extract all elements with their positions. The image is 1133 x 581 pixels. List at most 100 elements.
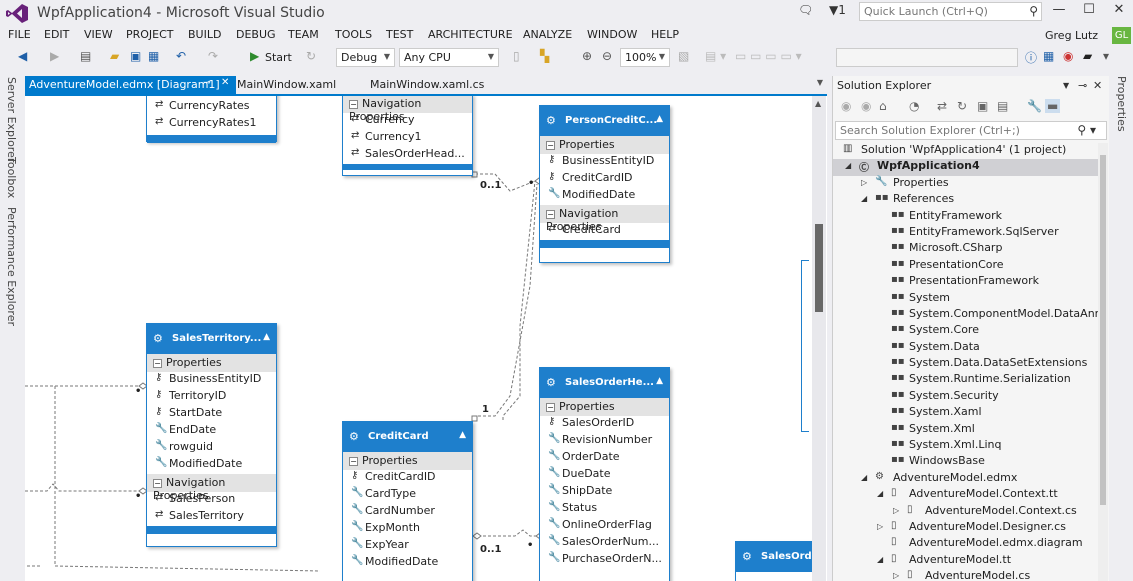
property-row[interactable]: ⚷ CreditCardID bbox=[343, 470, 472, 487]
tree-item[interactable]: ▪▪ System.Xaml bbox=[833, 405, 1098, 421]
property-row[interactable]: 🔧 PurchaseOrderN... bbox=[540, 552, 669, 569]
scroll-up-icon[interactable]: ▲ bbox=[815, 99, 821, 108]
solution-platform-select[interactable]: Any CPU ▼ bbox=[399, 48, 499, 67]
property-row[interactable]: 🔧 ExpYear bbox=[343, 538, 472, 555]
property-row[interactable]: ⇄ CurrencyRates bbox=[147, 99, 276, 116]
tree-item[interactable]: ◢ ▯ AdventureModel.tt bbox=[833, 553, 1098, 569]
server-explorer-icon[interactable]: ◉ bbox=[1063, 49, 1073, 67]
entity-header[interactable]: ⚙ CreditCard ▲ bbox=[343, 422, 472, 452]
property-row[interactable]: ⇄ SalesOrderHead... bbox=[343, 147, 472, 164]
undo-icon[interactable]: ↶ bbox=[176, 49, 186, 67]
tab-mainwindow-xaml[interactable]: MainWindow.xaml bbox=[233, 76, 340, 94]
property-row[interactable]: 🔧 RevisionNumber bbox=[540, 433, 669, 450]
menu-project[interactable]: PROJECT bbox=[126, 28, 174, 41]
tree-item[interactable]: ▷ ▯ AdventureModel.cs bbox=[833, 569, 1098, 581]
menu-help[interactable]: HELP bbox=[651, 28, 679, 41]
property-row[interactable]: 🔧 SalesOrderNum... bbox=[540, 535, 669, 552]
server-explorer-tab[interactable]: Server Explorer bbox=[5, 77, 18, 162]
tree-item[interactable]: ▪▪ System.Data.DataSetExtensions bbox=[833, 356, 1098, 372]
collapse-icon[interactable]: ◢ bbox=[861, 194, 867, 203]
quick-launch-input[interactable]: Quick Launch (Ctrl+Q) ⚲ bbox=[859, 2, 1042, 21]
panel-dropdown-icon[interactable]: ▼ bbox=[1063, 81, 1069, 90]
menu-architecture[interactable]: ARCHITECTURE bbox=[428, 28, 513, 41]
collapse-icon[interactable]: ◢ bbox=[845, 161, 851, 170]
forward-icon[interactable]: ◉ bbox=[861, 99, 871, 113]
tree-item[interactable]: ▪▪ EntityFramework bbox=[833, 209, 1098, 225]
menu-test[interactable]: TEST bbox=[386, 28, 413, 41]
tree-item[interactable]: ▷ ▯ AdventureModel.Designer.cs bbox=[833, 520, 1098, 536]
property-row[interactable]: ⇄ SalesTerritory bbox=[147, 509, 276, 526]
toolbar-overflow-icon[interactable]: ▾ bbox=[1103, 49, 1109, 67]
solution-configuration-select[interactable]: Debug ▼ bbox=[336, 48, 395, 67]
property-row[interactable]: 🔧 rowguid bbox=[147, 440, 276, 457]
maximize-button[interactable]: ☐ bbox=[1078, 2, 1100, 22]
tab-adventure-model-diagram[interactable]: AdventureModel.edmx [Diagram1] ⊸ ✕ bbox=[25, 76, 236, 94]
sync-icon[interactable]: ⇄ bbox=[937, 99, 947, 113]
property-row[interactable]: 🔧 CardType bbox=[343, 487, 472, 504]
collapse-icon[interactable]: ◢ bbox=[877, 489, 883, 498]
layout-diagram-icon[interactable]: ▚ bbox=[540, 49, 549, 67]
tree-item[interactable]: ◢ ⚙ AdventureModel.edmx bbox=[833, 471, 1098, 487]
tree-item[interactable]: ▪▪ Microsoft.CSharp bbox=[833, 241, 1098, 257]
diagram-vertical-scrollbar[interactable]: ▲ bbox=[812, 96, 826, 581]
info-icon[interactable]: ⓘ bbox=[1025, 49, 1037, 67]
navigate-back-icon[interactable]: ◀ bbox=[18, 49, 27, 67]
collapse-icon[interactable]: − bbox=[153, 479, 162, 488]
entity-header[interactable]: ⚙ PersonCreditC... ▲ bbox=[540, 106, 669, 136]
entity-currency-nav-partial[interactable]: − Navigation Properties ⇄ Currency ⇄ Curren… bbox=[342, 96, 473, 176]
property-row[interactable]: 🔧 EndDate bbox=[147, 423, 276, 440]
tree-item[interactable]: ▪▪ System.Runtime.Serialization bbox=[833, 372, 1098, 388]
menu-tools[interactable]: TOOLS bbox=[335, 28, 372, 41]
tree-item[interactable]: ▪▪ PresentationCore bbox=[833, 258, 1098, 274]
collapse-all-icon[interactable]: ▣ bbox=[977, 99, 988, 113]
property-row[interactable]: ⚷ TerritoryID bbox=[147, 389, 276, 406]
navigate-forward-icon[interactable]: ▶ bbox=[50, 49, 59, 67]
tree-item[interactable]: ▪▪ WindowsBase bbox=[833, 454, 1098, 470]
section-navigation-properties[interactable]: − Navigation Properties bbox=[540, 205, 669, 233]
property-row[interactable]: 🔧 CardNumber bbox=[343, 504, 472, 521]
collapse-icon[interactable]: − bbox=[546, 141, 555, 150]
show-all-files-icon[interactable]: ▤ bbox=[997, 99, 1008, 113]
scrollbar-thumb[interactable] bbox=[1100, 155, 1106, 505]
history-icon[interactable]: ◔ bbox=[909, 99, 919, 113]
solution-explorer-scrollbar[interactable] bbox=[1098, 143, 1108, 581]
property-row[interactable]: 🔧 ExpMonth bbox=[343, 521, 472, 538]
minimize-button[interactable]: — bbox=[1048, 2, 1070, 22]
section-properties[interactable]: − Properties bbox=[343, 452, 472, 470]
property-row[interactable]: ⚷ CreditCardID bbox=[540, 171, 669, 188]
property-row[interactable]: 🔧 ModifiedDate bbox=[540, 188, 669, 205]
tree-item[interactable]: ◢ Ⓒ WpfApplication4 bbox=[833, 159, 1098, 176]
command-window-icon[interactable]: ▰ bbox=[1083, 49, 1092, 67]
menu-analyze[interactable]: ANALYZE bbox=[523, 28, 572, 41]
close-panel-icon[interactable]: ✕ bbox=[1093, 79, 1102, 92]
tree-item[interactable]: ▷ ▯ AdventureModel.Context.cs bbox=[833, 504, 1098, 520]
property-row[interactable]: ⇄ CurrencyRates1 bbox=[147, 116, 276, 133]
section-properties[interactable]: − Properties bbox=[540, 136, 669, 154]
tree-item[interactable]: ◢ ▪▪ References bbox=[833, 192, 1098, 208]
zoom-in-icon[interactable]: ⊕ bbox=[582, 49, 592, 67]
entity-person-credit-card[interactable]: ⚙ PersonCreditC... ▲ − Properties ⚷ Busine… bbox=[539, 105, 670, 263]
menu-debug[interactable]: DEBUG bbox=[236, 28, 276, 41]
close-window-button[interactable]: ✕ bbox=[1108, 2, 1130, 22]
expand-icon[interactable]: ▷ bbox=[877, 522, 883, 531]
property-row[interactable]: ⚷ StartDate bbox=[147, 406, 276, 423]
tab-mainwindow-xaml-cs[interactable]: MainWindow.xaml.cs bbox=[366, 76, 488, 94]
user-avatar[interactable]: GL bbox=[1112, 27, 1131, 44]
entity-currency-partial[interactable]: ⇄ CurrencyRates ⇄ CurrencyRates1 bbox=[146, 96, 277, 143]
collapse-icon[interactable]: − bbox=[153, 359, 162, 368]
solution-explorer-search-input[interactable]: Search Solution Explorer (Ctrl+;) ⚲ ▾ bbox=[835, 121, 1107, 140]
entity-header[interactable]: ⚙ SalesTerritory... ▲ bbox=[147, 324, 276, 354]
toolbar-search-box[interactable] bbox=[836, 48, 1018, 67]
properties-tab[interactable]: Properties bbox=[1115, 76, 1128, 132]
properties-icon[interactable]: 🔧 bbox=[1027, 99, 1042, 113]
section-properties[interactable]: − Properties bbox=[147, 354, 276, 372]
collapse-icon[interactable]: ◢ bbox=[861, 473, 867, 482]
collapse-entity-icon[interactable]: ▲ bbox=[263, 332, 270, 342]
align-icon[interactable]: ▤ ▾ bbox=[705, 49, 726, 67]
notification-flag-icon[interactable]: ▼1 bbox=[829, 3, 846, 23]
entity-sales-order-partial[interactable]: ⚙ SalesOrde... bbox=[735, 541, 827, 581]
find-in-files-icon[interactable]: ▯ bbox=[513, 49, 520, 67]
collapse-entity-icon[interactable]: ▲ bbox=[656, 376, 663, 386]
format-icon[interactable]: ▭ ▭ ▭ ▭ ▾ bbox=[735, 49, 802, 67]
zoom-to-fit-icon[interactable]: ▧ bbox=[678, 49, 689, 67]
